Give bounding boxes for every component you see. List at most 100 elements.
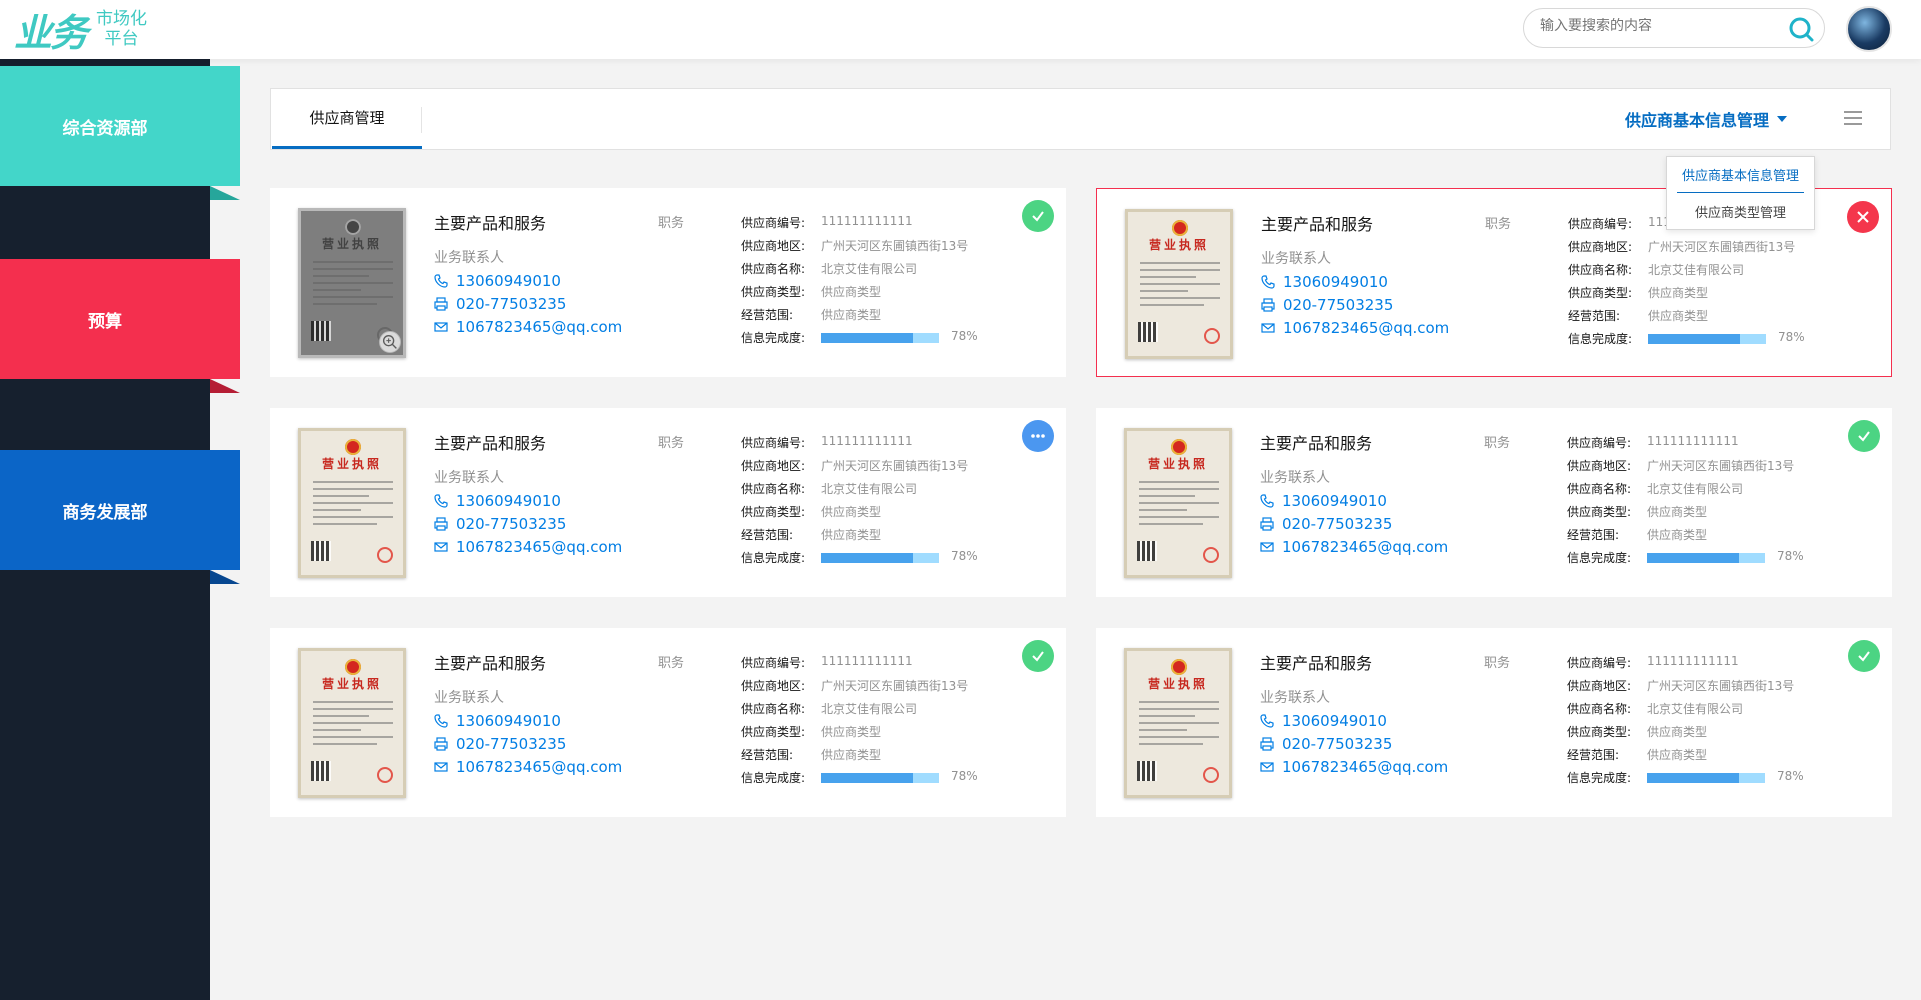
search-input[interactable] [1540,18,1780,34]
phone-row[interactable]: 13060949010 [434,492,561,510]
ribbon-fold [210,186,240,200]
sidebar-item-label: 综合资源部 [62,118,148,139]
info-row-type: 供应商类型: 供应商类型 [1567,723,1867,746]
info-value: 广州天河区东圃镇西街13号 [1647,459,1795,473]
supplier-card[interactable]: 营业执照 主要产品和服务 职务 业务联系人 13060949010 020-77… [1096,628,1892,817]
national-emblem-icon [1171,659,1187,675]
info-key: 供应商编号: [741,656,806,670]
business-license-image[interactable]: 营业执照 [1124,648,1232,798]
business-license-image[interactable]: 营业执照 [1125,209,1233,359]
fax-row[interactable]: 020-77503235 [434,295,566,313]
supplier-card[interactable]: 营业执照 主要产品和服务 职务 业务联系人 13060949010 020-77… [270,188,1066,377]
email-row[interactable]: 1067823465@qq.com [1260,758,1448,776]
mail-icon [1261,323,1275,333]
supplier-card[interactable]: 营业执照 主要产品和服务 职务 业务联系人 13060949010 020-77… [270,408,1066,597]
menu-item-type-management[interactable]: 供应商类型管理 [1667,193,1814,229]
info-row-supplier-no: 供应商编号: 111111111111 [741,434,1041,457]
fax-row[interactable]: 020-77503235 [1260,735,1392,753]
fax-number: 020-77503235 [456,735,567,753]
license-text-lines [1139,481,1219,530]
progress-bar [1647,553,1765,563]
supplier-info: 供应商编号:111111111111 供应商地区:广州天河区东圃镇西街13号 供… [1568,215,1868,353]
phone-number: 13060949010 [1282,492,1387,510]
business-license-image[interactable]: 营业执照 [298,208,406,358]
search-box [1523,8,1825,48]
logo-subtitle-line1: 市场化 [96,9,148,29]
seal-icon [1203,767,1219,783]
menu-item-basic-info[interactable]: 供应商基本信息管理 [1677,157,1804,193]
business-license-image[interactable]: 营业执照 [1124,428,1232,578]
status-check-button[interactable] [1848,640,1880,672]
seal-icon [377,547,393,563]
info-value: 广州天河区东圃镇西街13号 [821,239,969,253]
sidebar-item-budget[interactable]: 预算 [0,259,240,393]
fax-row[interactable]: 020-77503235 [1260,515,1392,533]
hamburger-menu-icon[interactable] [1844,111,1862,127]
phone-row[interactable]: 13060949010 [434,712,561,730]
contact-person-label: 业务联系人 [1261,251,1331,267]
info-row-name: 供应商名称: 北京艾佳有限公司 [741,260,1041,283]
business-license-image[interactable]: 营业执照 [298,648,406,798]
email-row[interactable]: 1067823465@qq.com [1261,319,1449,337]
phone-icon [1260,714,1274,728]
progress-percent: 78% [1777,549,1804,563]
edit-button[interactable] [1022,420,1054,452]
info-key: 经营范围: [1567,528,1620,542]
phone-number: 13060949010 [456,272,561,290]
info-value: 供应商类型 [1647,528,1708,542]
seal-icon [1203,547,1219,563]
search-icon[interactable] [1788,16,1814,42]
info-row-supplier-no: 供应商编号: 111111111111 [1567,654,1867,677]
logo[interactable]: 业务 市场化 平台 [14,6,148,55]
phone-number: 13060949010 [1283,273,1388,291]
status-check-button[interactable] [1022,640,1054,672]
status-check-button[interactable] [1022,200,1054,232]
email-row[interactable]: 1067823465@qq.com [434,758,622,776]
phone-icon [434,274,448,288]
delete-button[interactable] [1847,201,1879,233]
email-row[interactable]: 1067823465@qq.com [1260,538,1448,556]
sidebar-item-business[interactable]: 商务发展部 [0,450,240,584]
progress-fill [1648,334,1741,344]
fax-row[interactable]: 020-77503235 [434,735,566,753]
info-value: 供应商类型 [1647,725,1708,739]
info-row-scope: 经营范围: 供应商类型 [1568,307,1868,330]
supplier-card[interactable]: 营业执照 主要产品和服务 职务 业务联系人 13060949010 020-77… [270,628,1066,817]
email-row[interactable]: 1067823465@qq.com [434,538,622,556]
info-key: 供应商类型: [1567,725,1632,739]
sidebar-item-zonghe[interactable]: 综合资源部 [0,66,240,200]
close-icon [1857,211,1869,223]
avatar[interactable] [1846,6,1892,52]
license-title: 营业执照 [1147,677,1208,691]
dropdown-menu: 供应商基本信息管理 供应商类型管理 [1666,156,1815,230]
progress-bar [821,333,939,343]
zoom-in-icon[interactable] [379,331,401,353]
product-title: 主要产品和服务 [434,434,547,453]
license-title: 营业执照 [321,457,382,471]
fax-row[interactable]: 020-77503235 [434,515,566,533]
info-row-completeness: 信息完成度: 78% [1567,549,1867,572]
sidebar-item-label: 预算 [88,311,122,332]
progress-percent: 78% [951,769,978,783]
phone-number: 13060949010 [1282,712,1387,730]
fax-row[interactable]: 020-77503235 [1261,296,1393,314]
phone-number: 13060949010 [456,492,561,510]
status-check-button[interactable] [1848,420,1880,452]
job-title-label: 职务 [1485,217,1512,232]
info-value: 供应商类型 [1648,286,1709,300]
tab-bar: 供应商管理 供应商基本信息管理 [270,88,1891,150]
info-value: 供应商类型 [821,285,882,299]
business-license-image[interactable]: 营业执照 [298,428,406,578]
supplier-card[interactable]: 营业执照 主要产品和服务 职务 业务联系人 13060949010 020-77… [1096,408,1892,597]
check-icon [1858,431,1870,442]
progress-fill [821,333,914,343]
phone-row[interactable]: 13060949010 [1261,273,1388,291]
phone-row[interactable]: 13060949010 [1260,712,1387,730]
phone-row[interactable]: 13060949010 [1260,492,1387,510]
phone-row[interactable]: 13060949010 [434,272,561,290]
info-row-name: 供应商名称: 北京艾佳有限公司 [741,480,1041,503]
tab-supplier-management[interactable]: 供应商管理 [272,89,422,149]
mail-icon [1260,762,1274,772]
supplier-info-dropdown[interactable]: 供应商基本信息管理 [1625,89,1787,149]
email-row[interactable]: 1067823465@qq.com [434,318,622,336]
